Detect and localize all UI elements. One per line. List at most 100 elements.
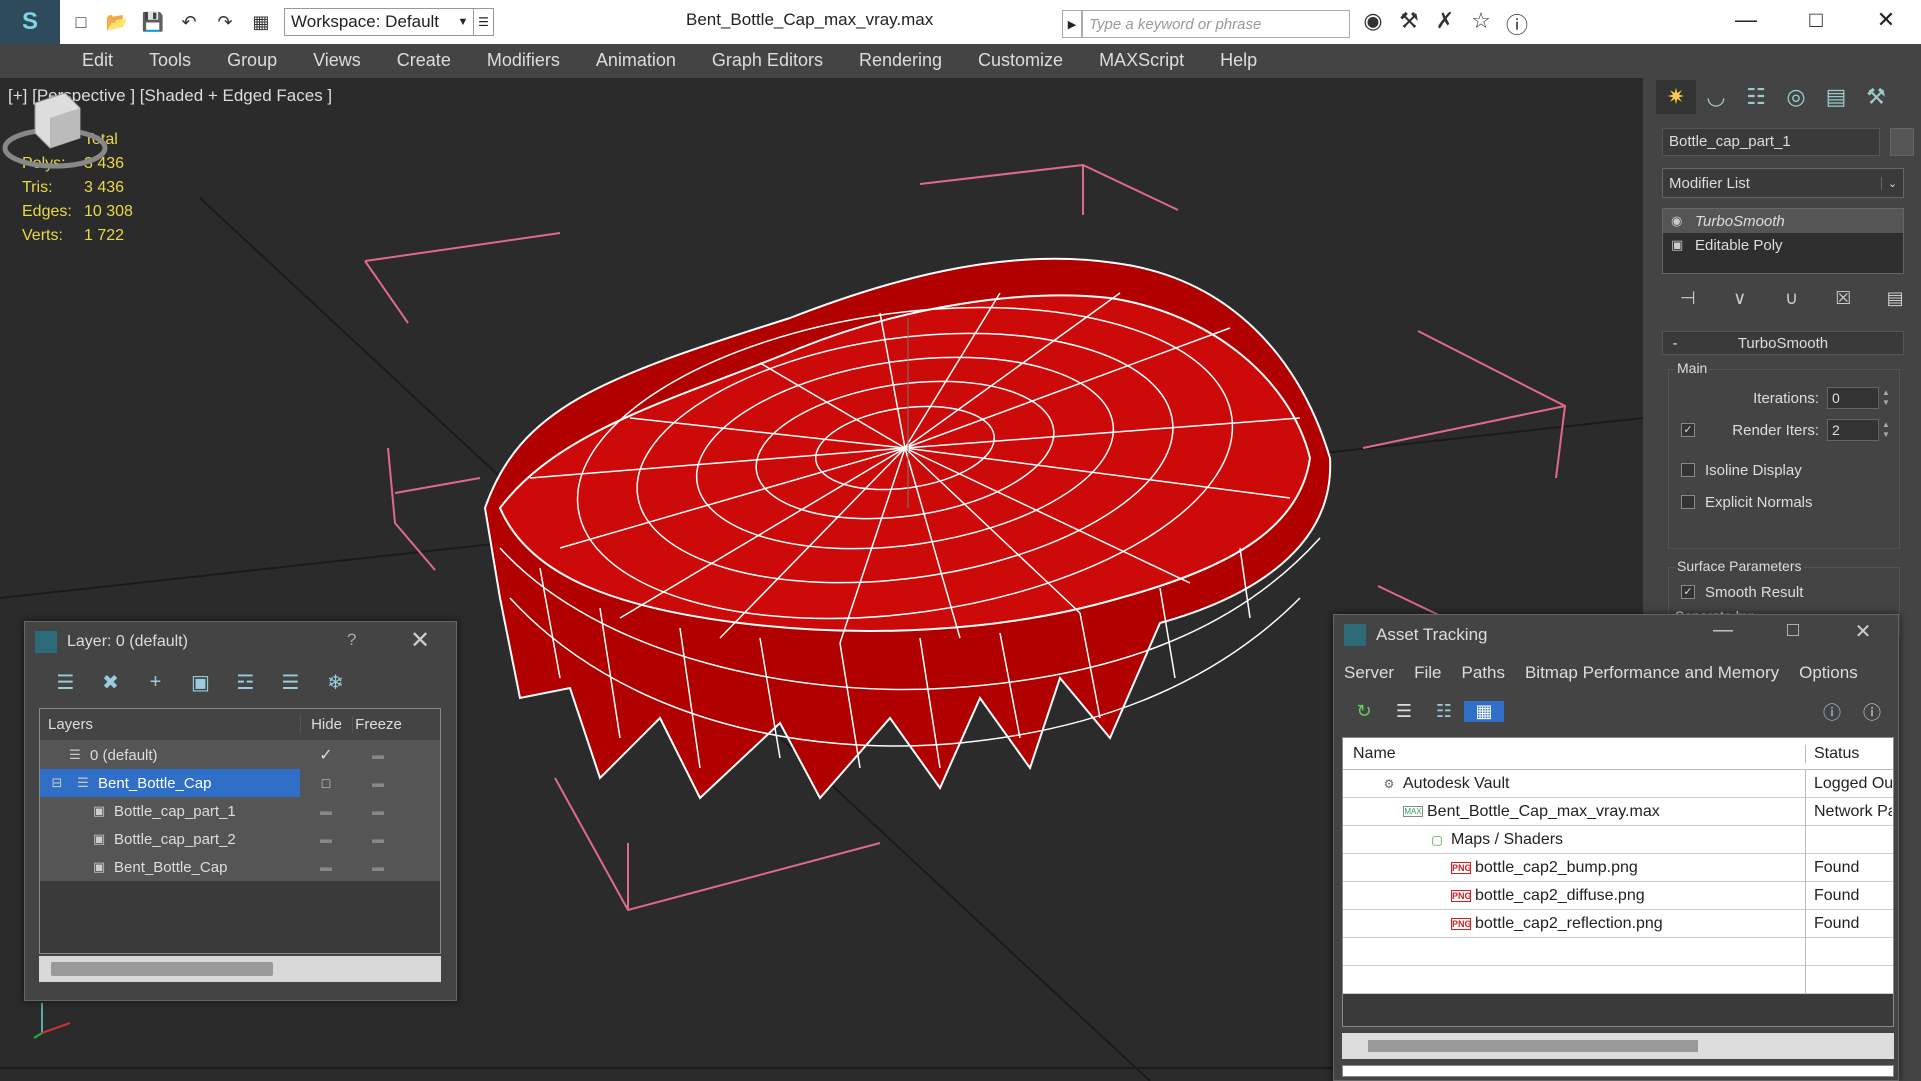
freeze-toggle[interactable]: ▬ bbox=[352, 804, 404, 818]
smooth-result-checkbox[interactable]: ✓ bbox=[1681, 585, 1695, 599]
app-logo-icon[interactable]: S bbox=[0, 0, 60, 44]
freeze-toggle[interactable]: ▬ bbox=[352, 860, 404, 874]
hierarchy-tab-icon[interactable]: ☷ bbox=[1736, 80, 1776, 114]
asset-row[interactable]: ⚙ Autodesk Vault Logged Ou bbox=[1343, 769, 1893, 798]
add-to-layer-icon[interactable]: + bbox=[133, 671, 178, 694]
search-input[interactable]: Type a keyword or phrase bbox=[1082, 10, 1350, 38]
close-icon[interactable]: ✕ bbox=[1851, 0, 1921, 44]
render-iters-spinner[interactable]: 2 bbox=[1827, 419, 1879, 441]
delete-layer-icon[interactable]: ✖ bbox=[88, 670, 133, 695]
asset-row[interactable]: ▢ Maps / Shaders bbox=[1343, 825, 1893, 854]
asset-row[interactable]: PNG bottle_cap2_bump.png Found bbox=[1343, 853, 1893, 882]
minimize-icon[interactable]: — bbox=[1711, 0, 1781, 44]
stack-item-editable-poly[interactable]: ▣ Editable Poly bbox=[1663, 233, 1903, 257]
maximize-icon[interactable]: □ bbox=[1758, 619, 1828, 644]
menu-tools[interactable]: Tools bbox=[149, 50, 191, 71]
column-name[interactable]: Name bbox=[1343, 744, 1806, 763]
horizontal-scrollbar[interactable] bbox=[1342, 1033, 1894, 1059]
spinner-arrows-icon[interactable]: ▲ ▼ bbox=[1879, 420, 1893, 440]
hide-toggle[interactable]: ▬ bbox=[300, 804, 352, 818]
menu-modifiers[interactable]: Modifiers bbox=[487, 50, 560, 71]
scrollbar-thumb[interactable] bbox=[51, 962, 273, 976]
display-tab-icon[interactable]: ▤ bbox=[1816, 80, 1856, 114]
workspace-menu-button[interactable]: ☰ bbox=[474, 8, 494, 36]
layer-row[interactable]: ▣ Bent_Bottle_Cap ▬ ▬ bbox=[40, 853, 440, 881]
expand-icon[interactable]: ▣ bbox=[1671, 237, 1695, 253]
workspace-dropdown[interactable]: Workspace: Default ▼ bbox=[284, 8, 474, 36]
scrollbar-thumb[interactable] bbox=[1368, 1040, 1698, 1052]
star-icon[interactable]: ☆ bbox=[1463, 8, 1499, 40]
menu-maxscript[interactable]: MAXScript bbox=[1099, 50, 1184, 71]
modifier-list-dropdown[interactable]: Modifier List ⌄ bbox=[1662, 168, 1904, 198]
hide-toggle[interactable]: ▬ bbox=[300, 860, 352, 874]
viewcube-icon[interactable] bbox=[0, 78, 110, 178]
close-icon[interactable]: ✕ bbox=[1828, 619, 1898, 644]
search-expand-button[interactable]: ▶ bbox=[1062, 10, 1082, 38]
hide-toggle[interactable]: ▬ bbox=[300, 832, 352, 846]
help-icon[interactable]: ⓘ bbox=[1499, 8, 1535, 40]
show-end-result-icon[interactable]: ∨ bbox=[1714, 288, 1766, 309]
freeze-all-icon[interactable]: ❄ bbox=[313, 670, 358, 695]
create-layer-icon[interactable]: ☰ bbox=[43, 670, 88, 695]
menu-animation[interactable]: Animation bbox=[596, 50, 676, 71]
create-tab-icon[interactable]: ✷ bbox=[1656, 80, 1696, 114]
menu-edit[interactable]: Edit bbox=[82, 50, 113, 71]
highlight-layer-icon[interactable]: ☲ bbox=[223, 670, 268, 695]
layer-row[interactable]: ⊟ ☰ Bent_Bottle_Cap □ ▬ bbox=[40, 769, 440, 797]
configure-sets-icon[interactable]: ▤ bbox=[1869, 288, 1921, 309]
help-icon[interactable]: ⓘ bbox=[1812, 699, 1852, 725]
menu-server[interactable]: Server bbox=[1344, 663, 1394, 683]
object-color-swatch[interactable] bbox=[1890, 128, 1914, 156]
menu-bitmap-performance[interactable]: Bitmap Performance and Memory bbox=[1525, 663, 1779, 683]
column-layers[interactable]: Layers bbox=[40, 716, 300, 733]
new-file-icon[interactable]: □ bbox=[66, 7, 96, 37]
layer-row[interactable]: ☰ 0 (default) ✓ ▬ bbox=[40, 741, 440, 769]
layer-window-titlebar[interactable]: Layer: 0 (default) bbox=[25, 622, 456, 662]
column-status[interactable]: Status bbox=[1806, 745, 1859, 763]
list-view-icon[interactable]: ☰ bbox=[1384, 701, 1424, 722]
freeze-toggle[interactable]: ▬ bbox=[352, 776, 404, 790]
turbosmooth-rollout-header[interactable]: - TurboSmooth bbox=[1662, 331, 1904, 355]
table-view-icon[interactable]: ▦ bbox=[1464, 700, 1504, 722]
explicit-normals-checkbox[interactable] bbox=[1681, 495, 1695, 509]
menu-graph-editors[interactable]: Graph Editors bbox=[712, 50, 823, 71]
make-unique-icon[interactable]: ∪ bbox=[1766, 288, 1818, 309]
current-layer-check-icon[interactable]: ✓ bbox=[300, 745, 352, 765]
tools-icon[interactable]: ✗ bbox=[1427, 8, 1463, 40]
close-icon[interactable]: ✕ bbox=[410, 626, 430, 655]
undo-icon[interactable]: ↶ bbox=[174, 7, 204, 37]
menu-views[interactable]: Views bbox=[313, 50, 361, 71]
asset-row[interactable]: PNG bottle_cap2_diffuse.png Found bbox=[1343, 881, 1893, 910]
project-icon[interactable]: ▦ bbox=[246, 7, 276, 37]
maximize-icon[interactable]: □ bbox=[1781, 0, 1851, 44]
remove-modifier-icon[interactable]: ☒ bbox=[1817, 288, 1869, 309]
menu-customize[interactable]: Customize bbox=[978, 50, 1063, 71]
menu-options[interactable]: Options bbox=[1799, 663, 1858, 683]
binoculars-icon[interactable]: ◉ bbox=[1355, 8, 1391, 40]
menu-help[interactable]: Help bbox=[1220, 50, 1257, 71]
freeze-toggle[interactable]: ▬ bbox=[352, 748, 404, 762]
menu-create[interactable]: Create bbox=[397, 50, 451, 71]
menu-rendering[interactable]: Rendering bbox=[859, 50, 942, 71]
isoline-checkbox[interactable] bbox=[1681, 463, 1695, 477]
freeze-toggle[interactable]: ▬ bbox=[352, 832, 404, 846]
refresh-icon[interactable]: ↻ bbox=[1344, 701, 1384, 722]
stack-item-turbosmooth[interactable]: ◉ TurboSmooth bbox=[1663, 209, 1903, 233]
redo-icon[interactable]: ↷ bbox=[210, 7, 240, 37]
tree-view-icon[interactable]: ☷ bbox=[1424, 701, 1464, 722]
hide-all-icon[interactable]: ☰ bbox=[268, 670, 313, 695]
menu-group[interactable]: Group bbox=[227, 50, 277, 71]
wrench-icon[interactable]: ⚒ bbox=[1391, 8, 1427, 40]
asset-row[interactable]: MAX Bent_Bottle_Cap_max_vray.max Network … bbox=[1343, 797, 1893, 826]
menu-file[interactable]: File bbox=[1414, 663, 1441, 683]
object-name-field[interactable]: Bottle_cap_part_1 bbox=[1662, 128, 1880, 156]
save-icon[interactable]: 💾 bbox=[138, 7, 168, 37]
column-hide[interactable]: Hide bbox=[300, 716, 352, 733]
spinner-arrows-icon[interactable]: ▲ ▼ bbox=[1879, 388, 1893, 408]
help-button[interactable]: ? bbox=[347, 630, 356, 650]
column-freeze[interactable]: Freeze bbox=[352, 716, 404, 733]
minimize-icon[interactable]: — bbox=[1688, 619, 1758, 644]
set-current-icon[interactable]: □ bbox=[300, 775, 352, 791]
render-iters-checkbox[interactable]: ✓ bbox=[1681, 423, 1695, 437]
modify-tab-icon[interactable]: ◡ bbox=[1696, 80, 1736, 114]
